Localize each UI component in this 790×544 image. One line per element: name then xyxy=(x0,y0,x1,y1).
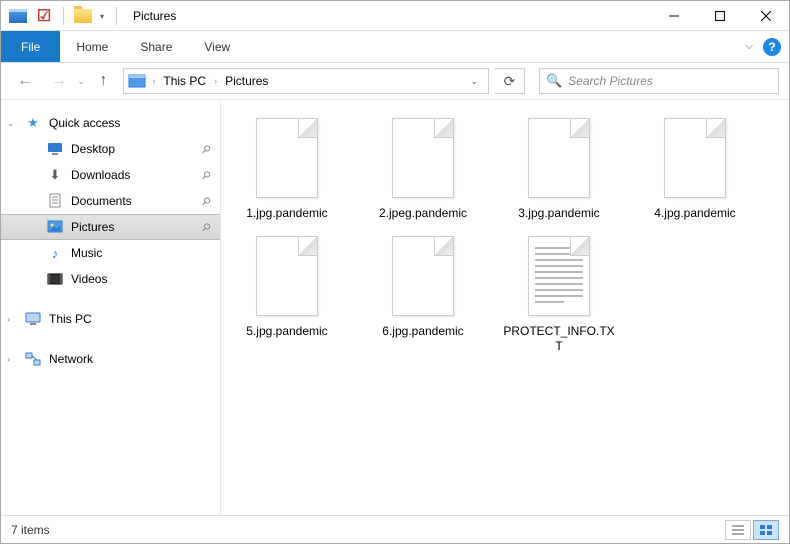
breadcrumb-pictures[interactable]: Pictures xyxy=(223,74,270,88)
sidebar-item-videos[interactable]: Videos xyxy=(1,266,220,292)
this-pc-icon xyxy=(23,312,43,326)
pictures-icon xyxy=(45,220,65,234)
sidebar-item-network[interactable]: › Network xyxy=(1,346,220,372)
sidebar-item-this-pc[interactable]: › This PC xyxy=(1,306,220,332)
history-dropdown-icon[interactable]: ⌄ xyxy=(77,76,85,87)
star-icon: ★ xyxy=(23,115,43,131)
view-tab[interactable]: View xyxy=(188,31,246,62)
maximize-button[interactable] xyxy=(697,1,743,31)
file-name: 5.jpg.pandemic xyxy=(246,324,327,340)
qat-dropdown-icon[interactable]: ▾ xyxy=(100,12,108,20)
sidebar-item-label: Desktop xyxy=(71,142,115,156)
file-name: 3.jpg.pandemic xyxy=(518,206,599,222)
pin-icon: ⚲ xyxy=(199,220,214,235)
pin-icon: ⚲ xyxy=(199,194,214,209)
breadcrumb-this-pc[interactable]: This PC xyxy=(161,74,208,88)
blank-file-icon xyxy=(388,114,458,202)
blank-file-icon xyxy=(388,232,458,320)
folder-icon xyxy=(72,5,94,27)
sidebar-item-label: Documents xyxy=(71,194,132,208)
search-icon: 🔍 xyxy=(546,73,562,89)
file-name: 2.jpeg.pandemic xyxy=(379,206,467,222)
sidebar-item-label: Downloads xyxy=(71,168,130,182)
address-bar[interactable]: › This PC › Pictures ⌄ xyxy=(123,68,489,94)
qat-checkbox-icon[interactable]: ☑ xyxy=(33,5,55,27)
separator xyxy=(63,7,64,25)
titlebar: ☑ ▾ Pictures xyxy=(1,1,789,31)
file-view[interactable]: 1.jpg.pandemic 2.jpeg.pandemic 3.jpg.pande… xyxy=(221,100,789,515)
sidebar-item-downloads[interactable]: ⬇ Downloads ⚲ xyxy=(1,162,220,188)
pin-icon: ⚲ xyxy=(199,142,214,157)
forward-button[interactable]: → xyxy=(45,67,73,95)
blank-file-icon xyxy=(524,114,594,202)
item-count: 7 items xyxy=(11,523,50,537)
tree-expand-icon[interactable]: ⌄ xyxy=(7,118,15,129)
sidebar-item-pictures[interactable]: Pictures ⚲ xyxy=(1,214,220,240)
download-icon: ⬇ xyxy=(45,167,65,183)
tree-expand-icon[interactable]: › xyxy=(7,314,10,324)
sidebar-item-label: This PC xyxy=(49,312,92,326)
status-bar: 7 items xyxy=(1,515,789,543)
sidebar-item-documents[interactable]: Documents ⚲ xyxy=(1,188,220,214)
file-tab[interactable]: File xyxy=(1,31,60,62)
sidebar-item-quick-access[interactable]: ⌄ ★ Quick access xyxy=(1,110,220,136)
pin-icon: ⚲ xyxy=(199,168,214,183)
file-name: 1.jpg.pandemic xyxy=(246,206,327,222)
music-icon: ♪ xyxy=(45,246,65,261)
file-item[interactable]: 5.jpg.pandemic xyxy=(231,232,343,355)
sidebar-item-label: Music xyxy=(71,246,102,260)
thumbnails-view-button[interactable] xyxy=(753,520,779,540)
file-item[interactable]: 1.jpg.pandemic xyxy=(231,114,343,222)
search-input[interactable] xyxy=(568,74,772,88)
file-item[interactable]: 3.jpg.pandemic xyxy=(503,114,615,222)
sidebar-item-music[interactable]: ♪ Music xyxy=(1,240,220,266)
sidebar-item-desktop[interactable]: Desktop ⚲ xyxy=(1,136,220,162)
sidebar-item-label: Quick access xyxy=(49,116,120,130)
ribbon-expand-icon[interactable]: ⌵ xyxy=(745,41,753,52)
home-tab[interactable]: Home xyxy=(60,31,124,62)
text-file-icon xyxy=(524,232,594,320)
share-tab[interactable]: Share xyxy=(124,31,188,62)
ribbon: File Home Share View ⌵ ? xyxy=(1,31,789,63)
details-view-button[interactable] xyxy=(725,520,751,540)
file-name: 6.jpg.pandemic xyxy=(382,324,463,340)
help-icon[interactable]: ? xyxy=(763,38,781,56)
blank-file-icon xyxy=(252,114,322,202)
separator xyxy=(116,7,117,25)
search-box[interactable]: 🔍 xyxy=(539,68,779,94)
window-title: Pictures xyxy=(133,9,176,23)
minimize-button[interactable] xyxy=(651,1,697,31)
blank-file-icon xyxy=(252,232,322,320)
quick-access-toolbar: ☑ ▾ Pictures xyxy=(1,5,176,27)
file-item[interactable]: 4.jpg.pandemic xyxy=(639,114,751,222)
document-icon xyxy=(45,193,65,209)
pictures-location-icon xyxy=(128,74,146,88)
up-button[interactable]: ↑ xyxy=(89,67,117,95)
tree-expand-icon[interactable]: › xyxy=(7,354,10,364)
refresh-button[interactable]: ⟳ xyxy=(495,68,525,94)
close-button[interactable] xyxy=(743,1,789,31)
navigation-pane: ⌄ ★ Quick access Desktop ⚲ ⬇ Downloads ⚲… xyxy=(1,100,221,515)
file-name: PROTECT_INFO.TXT xyxy=(503,324,615,355)
file-item[interactable]: PROTECT_INFO.TXT xyxy=(503,232,615,355)
videos-icon xyxy=(45,273,65,285)
address-row: ← → ⌄ ↑ › This PC › Pictures ⌄ ⟳ 🔍 xyxy=(1,63,789,99)
chevron-right-icon[interactable]: › xyxy=(148,76,159,86)
file-name: 4.jpg.pandemic xyxy=(654,206,735,222)
sidebar-item-label: Videos xyxy=(71,272,107,286)
network-icon xyxy=(23,352,43,366)
app-icon xyxy=(7,5,29,27)
desktop-icon xyxy=(45,142,65,156)
back-button[interactable]: ← xyxy=(11,67,39,95)
file-item[interactable]: 6.jpg.pandemic xyxy=(367,232,479,355)
address-dropdown-icon[interactable]: ⌄ xyxy=(464,76,484,87)
chevron-right-icon[interactable]: › xyxy=(210,76,221,86)
sidebar-item-label: Network xyxy=(49,352,93,366)
file-item[interactable]: 2.jpeg.pandemic xyxy=(367,114,479,222)
blank-file-icon xyxy=(660,114,730,202)
sidebar-item-label: Pictures xyxy=(71,220,114,234)
